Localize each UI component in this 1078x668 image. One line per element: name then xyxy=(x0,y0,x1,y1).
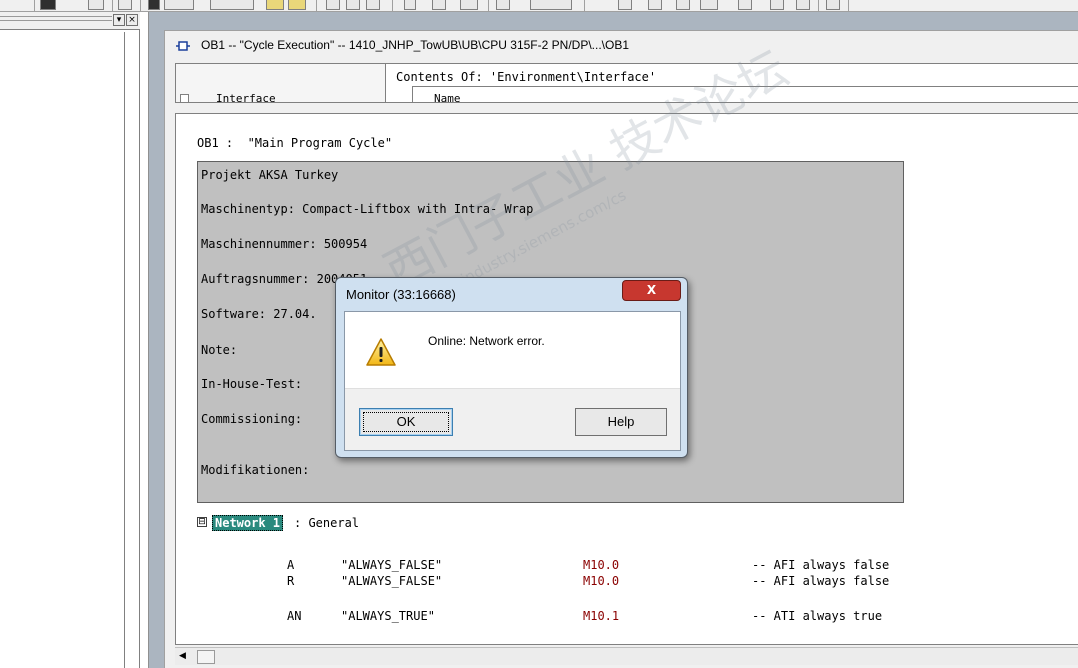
statement-address: M10.1 xyxy=(583,609,620,623)
toolbar-button[interactable] xyxy=(210,0,254,10)
tree-expand-toggle[interactable] xyxy=(180,94,189,102)
network-title: : General xyxy=(294,516,360,530)
dialog-message: Online: Network error. xyxy=(428,334,545,348)
toolbar-button[interactable] xyxy=(88,0,104,10)
dialog-message-area: Online: Network error. xyxy=(345,312,680,388)
pane-grip xyxy=(0,16,112,18)
toolbar-button[interactable] xyxy=(530,0,572,10)
toolbar-separator xyxy=(848,0,849,11)
left-docked-pane: ▾ × xyxy=(0,12,140,668)
statement-op: R xyxy=(287,574,295,588)
interface-panel: Contents Of: 'Environment\Interface' Int… xyxy=(175,63,1078,103)
statement-address: M10.0 xyxy=(583,574,620,588)
toolbar-button[interactable] xyxy=(826,0,840,10)
toolbar-button[interactable] xyxy=(326,0,340,10)
help-button[interactable]: Help xyxy=(575,408,667,436)
toolbar-button[interactable] xyxy=(618,0,632,10)
toolbar-separator xyxy=(112,0,113,11)
name-column-label: Name xyxy=(434,92,461,103)
toolbar-separator xyxy=(488,0,489,11)
toolbar-separator xyxy=(818,0,819,11)
comment-line: Commissioning: xyxy=(201,412,303,426)
toolbar-button[interactable] xyxy=(266,0,284,10)
pane-grip xyxy=(0,20,112,22)
statement-op: A xyxy=(287,558,295,572)
statement-address: M10.0 xyxy=(583,558,620,572)
toolbar-button[interactable] xyxy=(700,0,718,10)
pane-close-button[interactable]: × xyxy=(126,14,138,26)
statement-comment: -- AFI always false xyxy=(752,558,890,572)
statement-comment: -- AFI always false xyxy=(752,574,890,588)
toolbar-button[interactable] xyxy=(164,0,194,10)
toolbar-button[interactable] xyxy=(496,0,510,10)
toolbar-button[interactable] xyxy=(676,0,690,10)
simatic-editor-screen: ▾ × OB1 -- "Cycle Execution" -- 1410_JNH… xyxy=(0,0,1078,668)
toolbar-separator xyxy=(316,0,317,11)
pane-divider xyxy=(124,32,125,668)
toolbar-button[interactable] xyxy=(432,0,446,10)
name-column-header[interactable] xyxy=(412,86,1078,102)
toolbar-button[interactable] xyxy=(40,0,56,10)
toolbar-button[interactable] xyxy=(148,0,160,10)
comment-line: Maschinennummer: 500954 xyxy=(201,237,368,251)
toolbar-separator xyxy=(392,0,393,11)
toolbar-button[interactable] xyxy=(738,0,752,10)
block-title: OB1 : "Main Program Cycle" xyxy=(197,136,393,150)
dialog-separator xyxy=(345,388,680,389)
comment-line: Maschinentyp: Compact-Liftbox with Intra… xyxy=(201,202,534,216)
left-pane-titlebar[interactable]: ▾ × xyxy=(0,12,140,30)
toolbar-button[interactable] xyxy=(366,0,380,10)
monitor-error-dialog: Monitor (33:16668) X Online: Network err… xyxy=(335,277,688,458)
toolbar-button[interactable] xyxy=(118,0,132,10)
pane-float-button[interactable]: ▾ xyxy=(113,14,125,26)
statement-symbol: "ALWAYS_TRUE" xyxy=(341,609,435,623)
statement-comment: -- ATI always true xyxy=(752,609,883,623)
block-icon xyxy=(176,41,190,51)
statement-symbol: "ALWAYS_FALSE" xyxy=(341,574,443,588)
contents-header: Contents Of: 'Environment\Interface' xyxy=(396,70,657,84)
toolbar-button[interactable] xyxy=(404,0,416,10)
comment-line: In-House-Test: xyxy=(201,377,303,391)
dialog-title: Monitor (33:16668) xyxy=(346,287,456,302)
warning-icon xyxy=(366,338,396,366)
toolbar-button[interactable] xyxy=(648,0,662,10)
interface-tree-root[interactable]: Interface xyxy=(216,92,276,102)
toolbar-button[interactable] xyxy=(288,0,306,10)
comment-line: Note: xyxy=(201,343,238,357)
comment-line: Software: 27.04. xyxy=(201,307,317,321)
statement-symbol: "ALWAYS_FALSE" xyxy=(341,558,443,572)
toolbar-button[interactable] xyxy=(460,0,478,10)
interface-tree-pane[interactable] xyxy=(176,64,386,102)
toolbar-separator xyxy=(584,0,585,11)
toolbar-separator xyxy=(34,0,35,11)
editor-titlebar[interactable]: OB1 -- "Cycle Execution" -- 1410_JNHP_To… xyxy=(165,31,1078,61)
scroll-left-icon[interactable]: ◀ xyxy=(179,651,186,661)
comment-line: Modifikationen: xyxy=(201,463,310,477)
comment-line: Projekt AKSA Turkey xyxy=(201,168,339,182)
editor-title: OB1 -- "Cycle Execution" -- 1410_JNHP_To… xyxy=(201,38,629,52)
dialog-body: Online: Network error. OK Help xyxy=(344,311,681,451)
toolbar-button[interactable] xyxy=(770,0,784,10)
dialog-close-button[interactable]: X xyxy=(622,280,681,301)
network-collapse-toggle[interactable]: ⊟ xyxy=(197,517,207,527)
ok-button[interactable]: OK xyxy=(359,408,453,436)
statement-op: AN xyxy=(287,609,302,623)
main-toolbar xyxy=(0,0,1078,12)
network-label[interactable]: Network 1 xyxy=(212,515,284,531)
toolbar-button[interactable] xyxy=(346,0,360,10)
toolbar-button[interactable] xyxy=(796,0,810,10)
toolbar-separator xyxy=(140,0,141,11)
focus-rect xyxy=(363,412,449,432)
horizontal-scrollbar[interactable]: ◀ xyxy=(175,647,1078,665)
scroll-thumb[interactable] xyxy=(197,650,215,664)
